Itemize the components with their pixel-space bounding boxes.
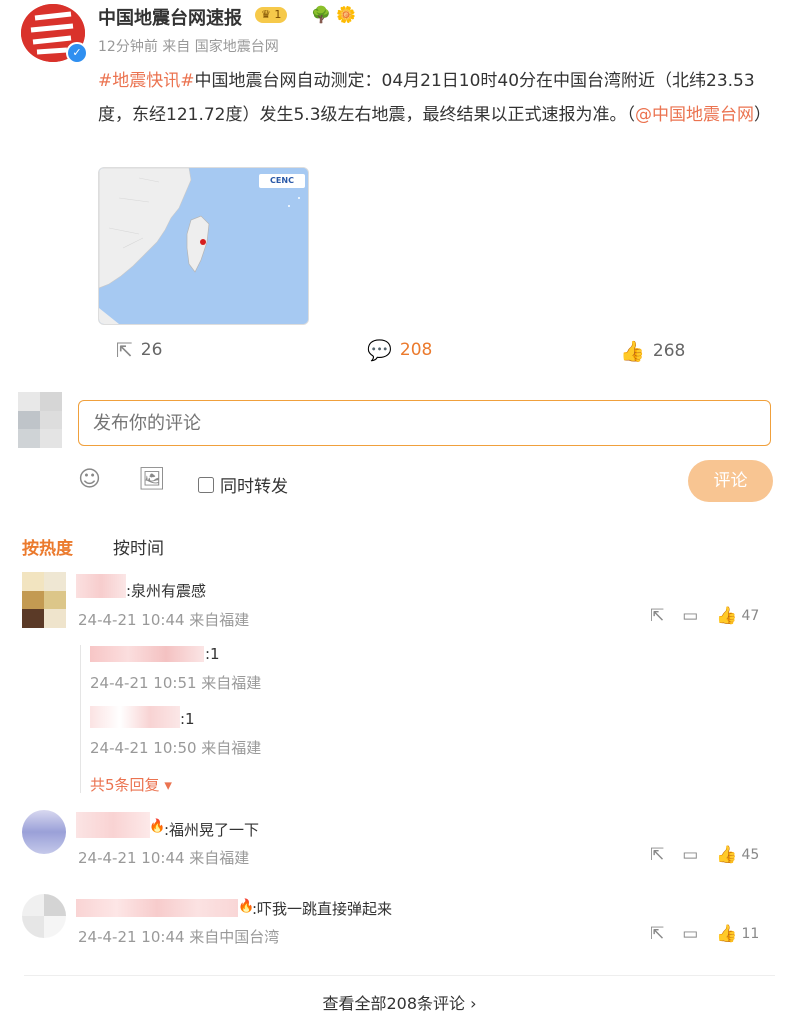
username-redacted[interactable] [90,646,204,662]
post-source: 国家地震台网 [194,39,279,55]
verified-icon: ✓ [66,42,88,64]
comment-icon: ▭ [682,924,699,944]
comment-text: :吓我一跳直接弹起来 [252,900,393,918]
username-redacted[interactable] [90,706,180,728]
comment-meta: 24-4-21 10:44 来自中国台湾 [78,928,280,946]
comment-input[interactable] [78,400,771,446]
tab-sort-time[interactable]: 按时间 [113,534,164,559]
comment-share-button[interactable]: ⇱ [650,924,664,944]
comment-meta: 24-4-21 10:44 来自福建 [78,849,250,867]
post-meta: 12分钟前 来自 国家地震台网 [98,36,279,56]
share-icon: ⇱ [116,338,133,362]
submit-comment-button[interactable]: 评论 [688,460,773,502]
hashtag-link[interactable]: #地震快讯# [98,71,195,91]
thumbs-up-icon: 👍 [620,339,645,363]
divider [24,975,775,976]
comment-actions: ⇱ ▭ 👍 47 [650,606,759,626]
post-body-end: ） [754,105,772,125]
tree-icon: 🌳 [311,5,331,24]
thumbs-up-icon: 👍 [716,845,738,865]
view-all-comments-link[interactable]: 查看全部208条评论 › [0,990,799,1014]
chevron-right-icon: › [470,994,477,1013]
reply-meta: 24-4-21 10:50 来自福建 [90,739,262,757]
repost-checkbox[interactable] [198,476,214,493]
share-icon: ⇱ [650,924,665,944]
flower-icon: 🌼 [336,5,356,24]
comment-like-button[interactable]: 👍 45 [716,845,759,865]
comment-share-button[interactable]: ⇱ [650,845,664,865]
post-time[interactable]: 12分钟前 [98,39,158,55]
comment-icon: ▭ [682,606,699,626]
username-redacted[interactable] [76,812,150,838]
fan-badge-icon: 🔥 [149,819,166,834]
map-logo: CENC [259,174,305,188]
comment-icon: ▭ [682,845,699,865]
comment-meta: 24-4-21 10:44 来自福建 [78,611,250,629]
earthquake-map-image[interactable]: CENC [98,167,309,325]
username-redacted[interactable] [76,574,126,598]
comment-avatar[interactable] [22,572,66,628]
thumbs-up-icon: 👍 [716,606,738,626]
image-icon[interactable]: 🖼 [138,467,166,492]
author-name[interactable]: 中国地震台网速报 [98,4,242,30]
comment-button[interactable]: 💬 208 [367,338,432,362]
username-redacted[interactable] [76,899,238,917]
comment-text: :福州晃了一下 [164,821,260,839]
comment-count: 208 [399,340,433,360]
comment-reply-button[interactable]: ▭ [682,606,698,626]
thumbs-up-icon: 👍 [716,924,738,944]
repost-label: 同时转发 [220,477,288,497]
repost-toggle[interactable]: 同时转发 [198,472,288,497]
caret-down-icon: ▾ [164,776,172,794]
comment-share-button[interactable]: ⇱ [650,606,664,626]
repost-button[interactable]: ⇱ 26 [116,338,162,362]
source-prefix: 来自 [162,39,191,55]
like-count: 268 [652,341,686,361]
comment-actions: ⇱ ▭ 👍 45 [650,845,759,865]
repost-count: 26 [140,340,163,360]
comment-text: :泉州有震感 [126,582,207,600]
reply-meta: 24-4-21 10:51 来自福建 [90,674,262,692]
comment-reply-button[interactable]: ▭ [682,845,698,865]
vip-badge: ♛ 1 [255,7,288,23]
comment-like-button[interactable]: 👍 47 [716,606,759,626]
mention-link[interactable]: @中国地震台网 [635,105,754,125]
emoji-icon[interactable]: ☺ [78,467,101,492]
reply-thread-line [80,645,81,793]
reply-text: :1 [205,645,220,663]
share-icon: ⇱ [650,845,665,865]
expand-replies-link[interactable]: 共5条回复 ▾ [90,774,172,795]
comment-reply-button[interactable]: ▭ [682,924,698,944]
like-button[interactable]: 👍 268 [620,339,685,363]
reply-text: :1 [180,710,195,728]
tab-sort-hot[interactable]: 按热度 [22,534,73,559]
share-icon: ⇱ [650,606,665,626]
comment-actions: ⇱ ▭ 👍 11 [650,924,759,944]
comment-like-button[interactable]: 👍 11 [716,924,759,944]
comment-avatar[interactable] [22,810,66,854]
comment-avatar[interactable] [22,894,66,938]
comment-icon: 💬 [367,338,392,362]
my-avatar [18,392,62,448]
post-text: #地震快讯#中国地震台网自动测定：04月21日10时40分在中国台湾附近（北纬2… [98,64,778,132]
